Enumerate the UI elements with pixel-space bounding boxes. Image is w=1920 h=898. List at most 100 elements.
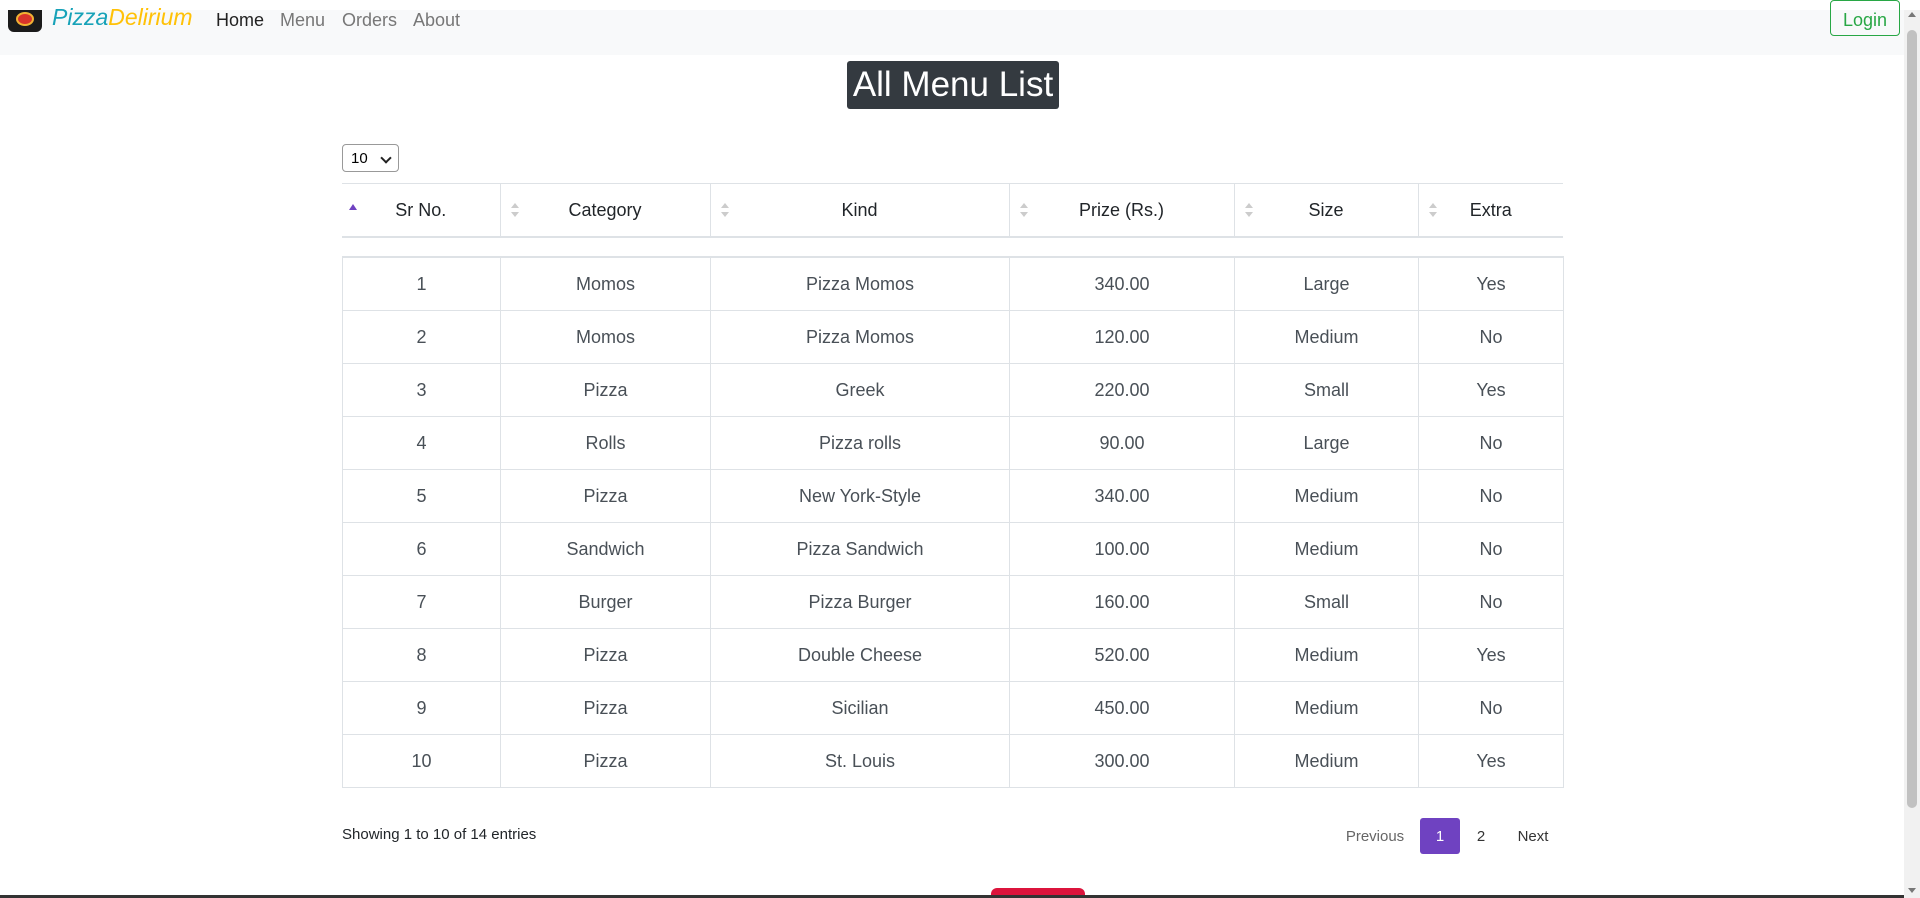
cell-kind: St. Louis — [710, 734, 1010, 788]
cell-prize: 220.00 — [1009, 363, 1235, 417]
header-label: Category — [568, 199, 642, 220]
cell-size: Small — [1234, 363, 1419, 417]
nav-about[interactable]: About — [413, 10, 460, 31]
cell-sr-no: 10 — [342, 734, 501, 788]
cell-kind: New York-Style — [710, 469, 1010, 523]
header-size[interactable]: Size — [1233, 183, 1418, 238]
cell-extra: No — [1418, 310, 1564, 364]
sort-icon — [510, 203, 519, 219]
scroll-up-arrow-icon[interactable] — [1908, 12, 1916, 17]
cell-extra: No — [1418, 575, 1564, 629]
header-sr-no[interactable]: Sr No. — [342, 183, 500, 238]
cell-prize: 340.00 — [1009, 256, 1235, 311]
cell-size: Medium — [1234, 522, 1419, 576]
table-row: 7 Burger Pizza Burger 160.00 Small No — [342, 575, 1564, 629]
header-row: Sr No. Category Kind Prize (Rs.) Size Ex… — [342, 183, 1563, 238]
brand-part-1: Pizza — [52, 4, 109, 30]
cell-kind: Pizza Burger — [710, 575, 1010, 629]
login-button[interactable]: Login — [1830, 0, 1900, 36]
table-header: Sr No. Category Kind Prize (Rs.) Size Ex… — [342, 183, 1563, 238]
brand-part-2: Delirium — [108, 4, 193, 30]
cell-sr-no: 1 — [342, 256, 501, 311]
nav-menu[interactable]: Menu — [280, 10, 325, 31]
cell-sr-no: 3 — [342, 363, 501, 417]
header-extra[interactable]: Extra — [1417, 183, 1563, 238]
pagination-next[interactable]: Next — [1510, 818, 1556, 854]
table-row: 9 Pizza Sicilian 450.00 Medium No — [342, 681, 1564, 735]
cell-prize: 90.00 — [1009, 416, 1235, 470]
table-row: 2 Momos Pizza Momos 120.00 Medium No — [342, 310, 1564, 364]
sort-icon — [1244, 203, 1253, 219]
cell-sr-no: 9 — [342, 681, 501, 735]
cell-prize: 100.00 — [1009, 522, 1235, 576]
cell-prize: 450.00 — [1009, 681, 1235, 735]
sort-ascending-icon — [349, 204, 357, 210]
pagination-page-2[interactable]: 2 — [1462, 818, 1500, 854]
cell-category: Momos — [500, 310, 711, 364]
scroll-down-arrow-icon[interactable] — [1908, 888, 1916, 893]
cell-extra: Yes — [1418, 363, 1564, 417]
cell-prize: 300.00 — [1009, 734, 1235, 788]
navbar: PizzaDelirium Home Menu Orders About Log… — [0, 0, 1904, 55]
cell-sr-no: 4 — [342, 416, 501, 470]
cell-category: Pizza — [500, 628, 711, 682]
cell-size: Medium — [1234, 628, 1419, 682]
header-label: Size — [1308, 199, 1344, 220]
header-prize[interactable]: Prize (Rs.) — [1008, 183, 1234, 238]
table-row: 6 Sandwich Pizza Sandwich 100.00 Medium No — [342, 522, 1564, 576]
sort-icon — [1019, 203, 1028, 219]
nav-home[interactable]: Home — [216, 10, 264, 31]
cell-extra: No — [1418, 416, 1564, 470]
header-label: Prize (Rs.) — [1079, 199, 1164, 220]
chevron-down-icon — [380, 152, 392, 164]
cell-size: Medium — [1234, 310, 1419, 364]
page-scrollbar[interactable] — [1904, 10, 1920, 898]
cell-size: Medium — [1234, 681, 1419, 735]
table-row: 3 Pizza Greek 220.00 Small Yes — [342, 363, 1564, 417]
table-row: 5 Pizza New York-Style 340.00 Medium No — [342, 469, 1564, 523]
cell-size: Small — [1234, 575, 1419, 629]
cell-kind: Pizza Momos — [710, 310, 1010, 364]
header-kind[interactable]: Kind — [709, 183, 1009, 238]
cell-extra: Yes — [1418, 734, 1564, 788]
cell-extra: No — [1418, 681, 1564, 735]
cell-size: Medium — [1234, 734, 1419, 788]
entries-per-page-select[interactable]: 10 — [342, 144, 399, 172]
table-row: 4 Rolls Pizza rolls 90.00 Large No — [342, 416, 1564, 470]
pizza-logo-icon[interactable] — [8, 10, 42, 32]
cell-kind: Greek — [710, 363, 1010, 417]
cell-extra: No — [1418, 522, 1564, 576]
cell-sr-no: 5 — [342, 469, 501, 523]
cell-extra: Yes — [1418, 628, 1564, 682]
sort-icon — [1428, 203, 1437, 219]
table-row: 1 Momos Pizza Momos 340.00 Large Yes — [342, 256, 1564, 311]
cell-kind: Pizza Sandwich — [710, 522, 1010, 576]
pagination-previous[interactable]: Previous — [1338, 818, 1412, 854]
cell-kind: Pizza rolls — [710, 416, 1010, 470]
cell-sr-no: 6 — [342, 522, 501, 576]
brand-name[interactable]: PizzaDelirium — [52, 4, 193, 31]
cell-category: Burger — [500, 575, 711, 629]
table-info: Showing 1 to 10 of 14 entries — [342, 826, 537, 843]
cell-prize: 160.00 — [1009, 575, 1235, 629]
cell-category: Pizza — [500, 681, 711, 735]
cell-sr-no: 2 — [342, 310, 501, 364]
cell-extra: Yes — [1418, 256, 1564, 311]
cell-extra: No — [1418, 469, 1564, 523]
cell-prize: 120.00 — [1009, 310, 1235, 364]
cell-prize: 520.00 — [1009, 628, 1235, 682]
header-category[interactable]: Category — [499, 183, 710, 238]
cell-category: Pizza — [500, 363, 711, 417]
cell-prize: 340.00 — [1009, 469, 1235, 523]
sort-icon — [720, 203, 729, 219]
pagination-page-1[interactable]: 1 — [1420, 818, 1460, 854]
table-row: 8 Pizza Double Cheese 520.00 Medium Yes — [342, 628, 1564, 682]
scrollbar-thumb[interactable] — [1907, 30, 1917, 808]
header-label: Kind — [841, 199, 878, 220]
menu-table: 1 Momos Pizza Momos 340.00 Large Yes 2 Momos Pi… — [342, 256, 1564, 788]
nav-orders[interactable]: Orders — [342, 10, 397, 31]
cell-sr-no: 8 — [342, 628, 501, 682]
cell-size: Large — [1234, 256, 1419, 311]
cell-size: Medium — [1234, 469, 1419, 523]
cell-category: Pizza — [500, 734, 711, 788]
